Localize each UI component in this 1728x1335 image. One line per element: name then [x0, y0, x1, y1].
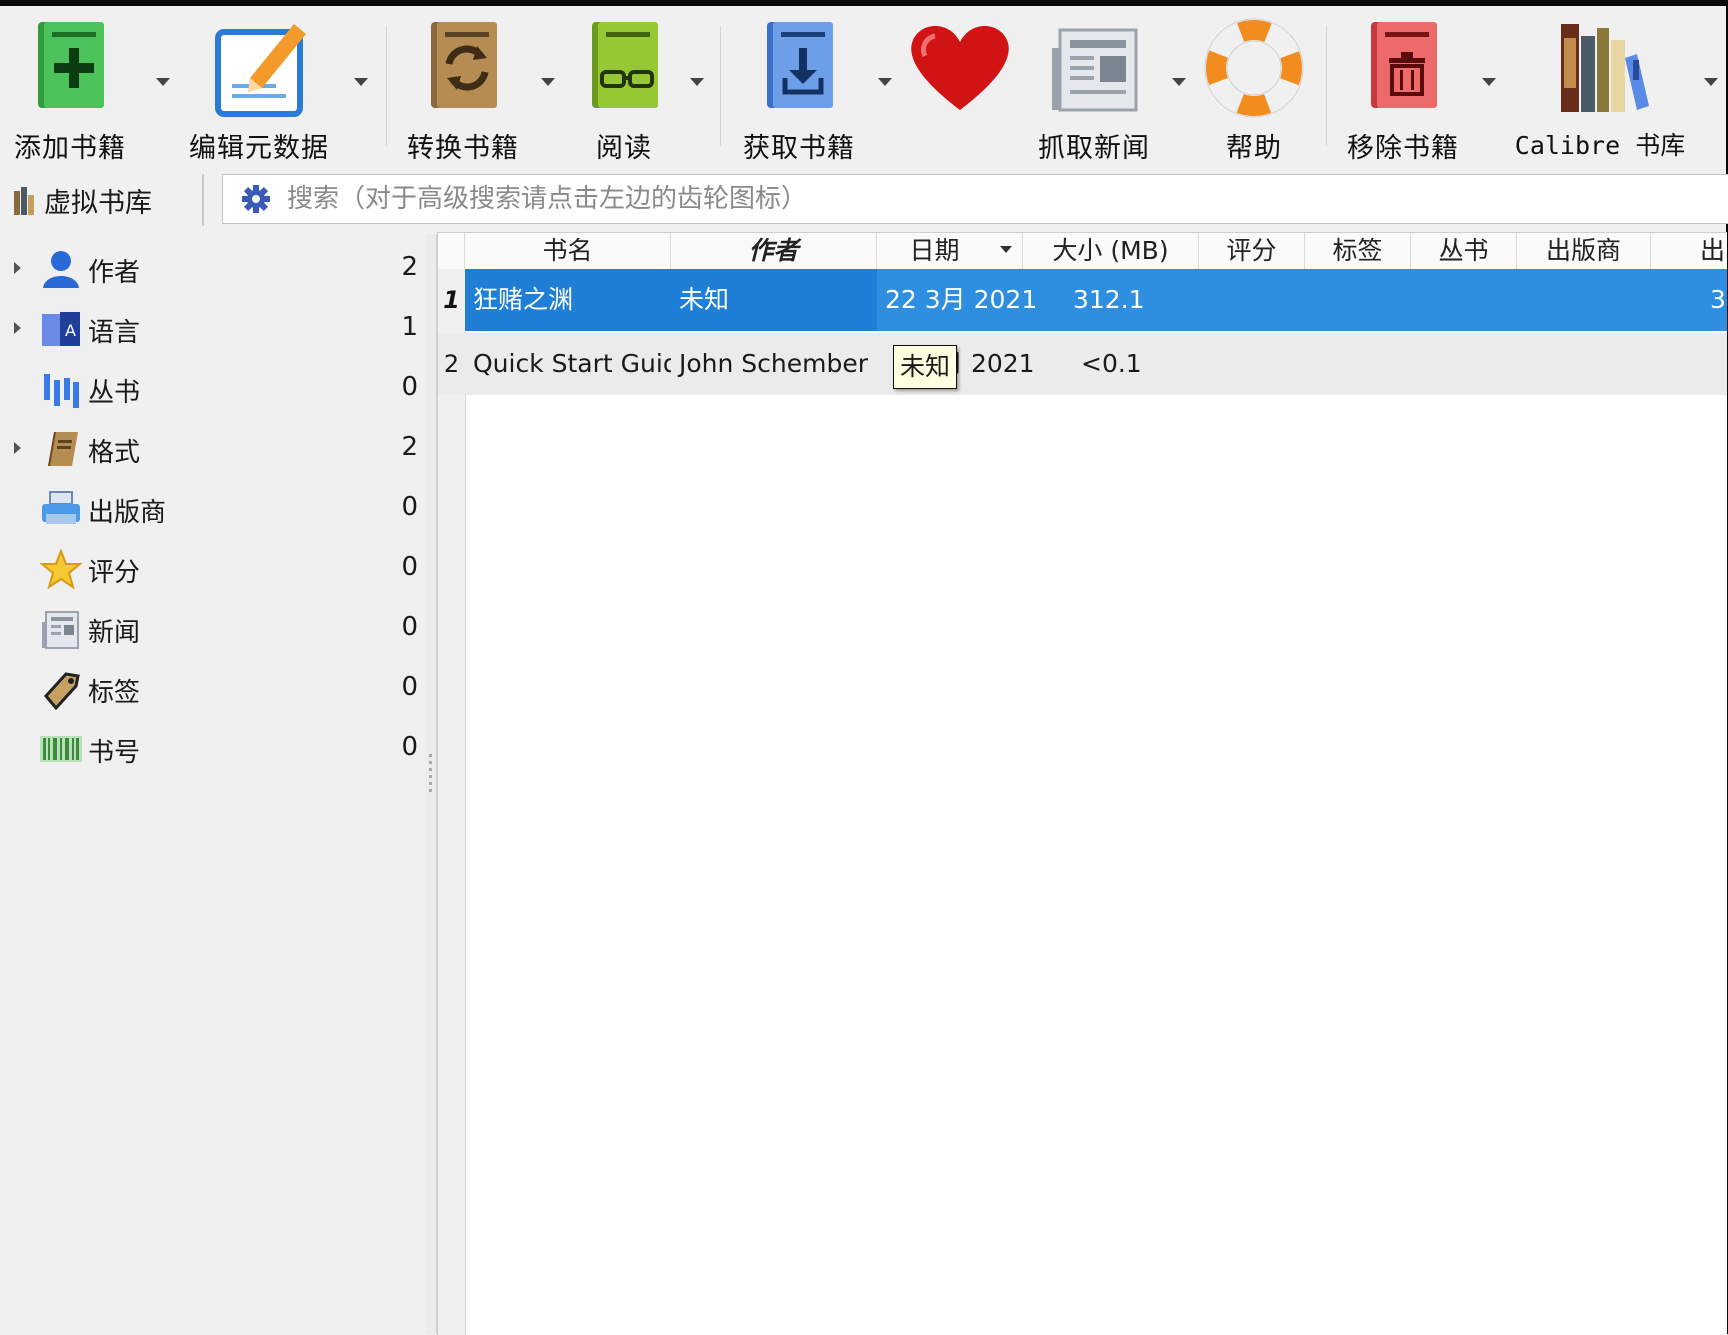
tag-category-authors[interactable]: 作者 2 — [2, 240, 426, 298]
cell-published[interactable]: 3 — [1708, 269, 1727, 331]
column-header-date[interactable]: 日期 — [877, 233, 1023, 269]
get-books-icon — [744, 18, 854, 126]
search-input[interactable] — [285, 178, 1728, 220]
help-button[interactable]: 帮助 — [1204, 6, 1304, 168]
tag-category-news[interactable]: 新闻 0 — [2, 600, 426, 658]
tag-category-publishers[interactable]: 出版商 0 — [2, 480, 426, 538]
tag-category-formats[interactable]: 格式 2 — [2, 420, 426, 478]
series-icon — [40, 368, 82, 410]
barcode-icon — [40, 728, 82, 770]
edit-metadata-dropdown-arrow[interactable] — [354, 78, 368, 86]
tag-icon — [40, 668, 82, 711]
searchbar-separator — [202, 174, 204, 226]
star-icon — [39, 548, 83, 590]
edit-metadata-icon — [200, 18, 318, 126]
add-books-button[interactable]: 添加书籍 — [14, 6, 125, 168]
cell-author[interactable]: John Schember — [671, 333, 877, 395]
view-button[interactable]: 阅读 — [580, 6, 668, 168]
get-books-dropdown-arrow[interactable] — [878, 78, 892, 86]
cell-author[interactable]: 未知 — [671, 269, 877, 331]
convert-books-dropdown-arrow[interactable] — [541, 78, 555, 86]
remove-books-dropdown-arrow[interactable] — [1482, 78, 1496, 86]
format-book-icon — [40, 428, 82, 470]
author-tooltip: 未知 — [893, 345, 958, 389]
newspaper-icon — [1044, 18, 1144, 126]
lifebuoy-icon — [1204, 18, 1304, 126]
row-number: 2 — [443, 350, 460, 378]
virtual-library-button[interactable]: 虚拟书库 — [12, 176, 152, 224]
tag-category-rating[interactable]: 评分 0 — [2, 540, 426, 598]
panel-splitter[interactable] — [426, 234, 437, 1334]
view-dropdown-arrow[interactable] — [690, 78, 704, 86]
language-icon: A — [40, 308, 82, 350]
tag-category-series[interactable]: 丛书 0 — [2, 360, 426, 418]
row-number-header — [438, 233, 465, 269]
svg-text:A: A — [65, 321, 76, 340]
library-books-icon — [1540, 18, 1660, 126]
cell-size[interactable]: <0.1 — [1053, 333, 1199, 395]
column-header-series[interactable]: 丛书 — [1411, 233, 1517, 269]
expand-arrow-icon[interactable] — [14, 442, 21, 454]
fetch-news-dropdown-arrow[interactable] — [1172, 78, 1186, 86]
cell-date[interactable]: 22 3月 2021 — [877, 269, 1053, 331]
trash-book-icon — [1350, 18, 1456, 126]
table-row[interactable]: 2 Quick Start Guide John Schember 月 2021… — [438, 333, 1727, 395]
table-row-selected[interactable]: 1 狂赌之渊 未知 22 3月 2021 312.1 3 — [438, 269, 1727, 331]
convert-book-icon — [410, 18, 516, 126]
search-box[interactable] — [222, 174, 1728, 224]
news-icon — [40, 608, 82, 650]
column-header-tags[interactable]: 标签 — [1305, 233, 1411, 269]
tag-category-tags[interactable]: 标签 0 — [2, 660, 426, 718]
column-header-rating[interactable]: 评分 — [1199, 233, 1305, 269]
column-header-size[interactable]: 大小 (MB) — [1023, 233, 1199, 269]
remove-books-button[interactable]: 移除书籍 — [1347, 6, 1458, 168]
row-number-gutter — [438, 269, 466, 1335]
book-list-header: 书名 作者 日期 大小 (MB) 评分 标签 丛书 出版商 出 — [438, 233, 1727, 270]
splitter-grip[interactable] — [429, 754, 432, 794]
add-book-icon — [16, 18, 124, 126]
cell-title[interactable]: 狂赌之渊 — [465, 269, 671, 331]
row-number: 1 — [438, 269, 465, 331]
calibre-library-button[interactable]: Calibre 书库 — [1515, 6, 1685, 168]
column-header-title[interactable]: 书名 — [465, 233, 671, 269]
book-list: 书名 作者 日期 大小 (MB) 评分 标签 丛书 出版商 出 1 狂赌之渊 未… — [437, 232, 1727, 1335]
virtual-library-label: 虚拟书库 — [44, 187, 152, 219]
cell-title[interactable]: Quick Start Guide — [465, 333, 671, 395]
gear-icon[interactable] — [241, 184, 271, 214]
column-header-published[interactable]: 出 — [1651, 233, 1727, 269]
virtual-library-icon — [14, 187, 34, 215]
column-header-date-label: 日期 — [909, 236, 960, 265]
expand-arrow-icon[interactable] — [14, 262, 21, 274]
person-icon — [40, 248, 82, 290]
heart-icon — [904, 18, 1016, 126]
calibre-main-window: 添加书籍 编辑元数据 转换书籍 阅读 获取书籍 抓取新闻 帮助 移除书籍 Cal… — [0, 0, 1728, 1335]
column-header-author[interactable]: 作者 — [671, 233, 877, 269]
tag-category-identifiers[interactable]: 书号 0 — [2, 720, 426, 778]
column-header-publisher[interactable]: 出版商 — [1517, 233, 1651, 269]
expand-arrow-icon[interactable] — [14, 322, 21, 334]
tag-category-languages[interactable]: A 语言 1 — [2, 300, 426, 358]
add-books-dropdown-arrow[interactable] — [156, 78, 170, 86]
main-toolbar: 添加书籍 编辑元数据 转换书籍 阅读 获取书籍 抓取新闻 帮助 移除书籍 Cal… — [0, 6, 1726, 168]
view-book-icon — [580, 18, 668, 126]
publisher-icon — [40, 488, 82, 530]
donate-button[interactable] — [904, 6, 1016, 168]
fetch-news-button[interactable]: 抓取新闻 — [1038, 6, 1149, 168]
edit-metadata-button[interactable]: 编辑元数据 — [189, 6, 328, 168]
convert-books-button[interactable]: 转换书籍 — [407, 6, 518, 168]
calibre-library-dropdown-arrow[interactable] — [1704, 78, 1718, 86]
cell-size[interactable]: 312.1 — [1053, 269, 1199, 331]
get-books-button[interactable]: 获取书籍 — [743, 6, 854, 168]
sort-descending-icon — [1000, 246, 1012, 253]
tag-browser: 作者 2 A 语言 1 丛书 0 格式 2 出版商 0 评分 0 新闻 0 标签… — [2, 234, 427, 1334]
